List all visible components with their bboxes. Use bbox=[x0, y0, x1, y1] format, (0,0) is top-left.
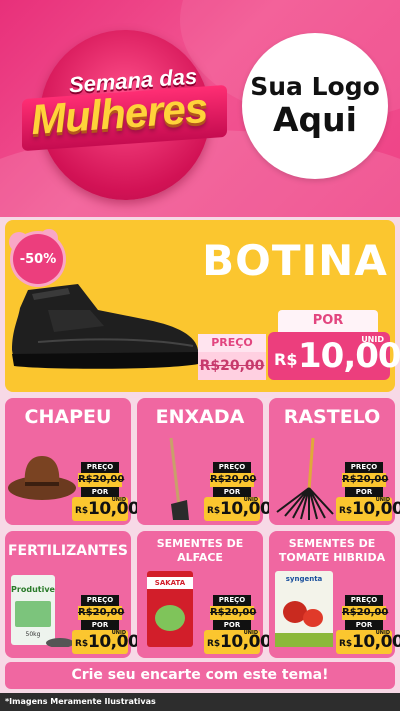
fertilizer-pile-icon bbox=[46, 638, 74, 647]
rake-image bbox=[276, 437, 334, 520]
tomato-seed-pack-image: syngenta bbox=[275, 571, 333, 647]
new-price-box: R$ 10,00 UNID bbox=[72, 497, 140, 521]
lettuce-seed-pack-image: SAKATA bbox=[147, 571, 193, 647]
old-price: R$20,00 bbox=[78, 606, 125, 620]
unit-label: UNID bbox=[375, 497, 390, 503]
product-name: ENXADA bbox=[155, 406, 245, 428]
currency: R$ bbox=[339, 639, 353, 649]
logo-placeholder[interactable]: Sua Logo Aqui bbox=[242, 33, 388, 179]
cta-banner[interactable]: Crie seu encarte com este tema! bbox=[5, 662, 395, 689]
unit-label: UNID bbox=[243, 497, 258, 503]
old-price-label: PREÇO bbox=[198, 334, 266, 352]
discount-badge: -50% bbox=[13, 234, 63, 284]
old-price: R$20,00 bbox=[198, 352, 266, 380]
new-price-box: R$ 10,00 UNID bbox=[204, 497, 272, 521]
old-price-label: PREÇO bbox=[213, 595, 251, 606]
new-price-box: R$ 10,00 UNID bbox=[336, 630, 400, 654]
product-name-line1: SEMENTES DE bbox=[288, 537, 376, 550]
pack-brand: syngenta bbox=[285, 575, 323, 583]
old-price-label: PREÇO bbox=[345, 595, 383, 606]
new-price-box: R$ 10,00 UNID bbox=[72, 630, 140, 654]
currency: R$ bbox=[207, 506, 221, 516]
price-value: 10,00 bbox=[298, 336, 400, 376]
new-price-box: R$ 10,00 UNID bbox=[268, 332, 400, 380]
bag-brand: Produtive bbox=[11, 585, 55, 594]
product-name-line1: SEMENTES DE bbox=[156, 537, 244, 550]
disclaimer-footer: *Imagens Meramente Ilustrativas bbox=[0, 693, 400, 711]
logo-text-line2: Aqui bbox=[273, 100, 357, 140]
featured-product-name: BOTINA bbox=[202, 236, 388, 285]
old-price-label: PREÇO bbox=[81, 462, 119, 473]
old-price: R$20,00 bbox=[78, 473, 125, 487]
product-name: SEMENTES DE ALFACE bbox=[137, 537, 263, 565]
old-price: R$20,00 bbox=[210, 473, 257, 487]
currency: R$ bbox=[207, 639, 221, 649]
currency: R$ bbox=[274, 350, 298, 369]
currency: R$ bbox=[75, 639, 89, 649]
currency: R$ bbox=[339, 506, 353, 516]
old-price-label: PREÇO bbox=[345, 462, 383, 473]
product-name: RASTELO bbox=[283, 406, 381, 428]
product-name: CHAPEU bbox=[24, 406, 112, 428]
new-price-box: R$ 10,00 UNID bbox=[204, 630, 272, 654]
product-name: FERTILIZANTES bbox=[7, 543, 129, 559]
new-price-label: POR bbox=[278, 310, 378, 332]
unit-label: UNID bbox=[111, 630, 126, 636]
old-price-label: PREÇO bbox=[213, 462, 251, 473]
unit-label: UNID bbox=[243, 630, 258, 636]
old-price: R$20,00 bbox=[342, 606, 389, 620]
product-name-line2: TOMATE HIBRIDA bbox=[278, 550, 386, 564]
old-price-label: PREÇO bbox=[81, 595, 119, 606]
new-price-box: R$ 10,00 UNID bbox=[336, 497, 400, 521]
logo-text-line1: Sua Logo bbox=[250, 71, 380, 101]
unit-label: UNID bbox=[361, 335, 384, 344]
boot-image bbox=[12, 284, 198, 369]
old-price: R$20,00 bbox=[210, 606, 257, 620]
hat-image bbox=[8, 456, 76, 500]
product-name: SEMENTES DE TOMATE HIBRIDA bbox=[269, 537, 395, 565]
hoe-image bbox=[169, 437, 189, 520]
product-name-line2: ALFACE bbox=[177, 550, 223, 564]
pack-brand: SAKATA bbox=[147, 577, 193, 589]
currency: R$ bbox=[75, 506, 89, 516]
unit-label: UNID bbox=[375, 630, 390, 636]
unit-label: UNID bbox=[111, 497, 126, 503]
old-price: R$20,00 bbox=[342, 473, 389, 487]
